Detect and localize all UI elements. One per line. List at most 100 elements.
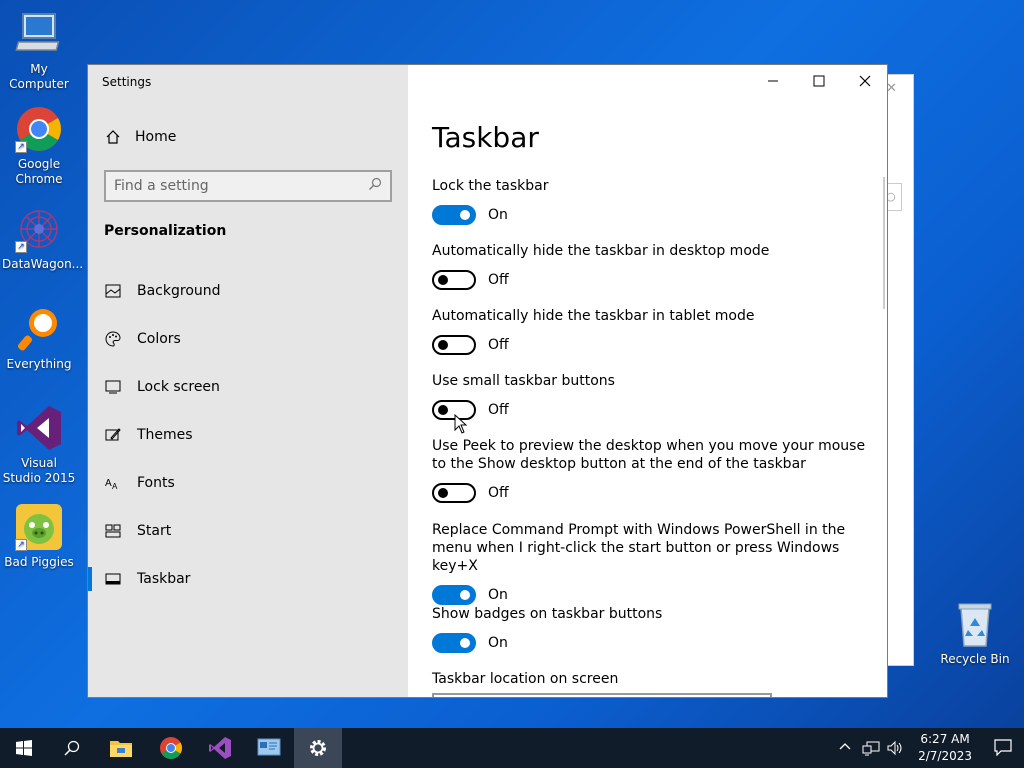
setting-use-peek: Use Peek to preview the desktop when you…: [432, 437, 872, 503]
toggle-switch[interactable]: [432, 335, 476, 355]
setting-location: Taskbar location on screen: [432, 670, 872, 688]
gear-icon: [310, 740, 326, 756]
sidebar-item-label: Taskbar: [137, 571, 191, 587]
setting-label: Use Peek to preview the desktop when you…: [432, 438, 866, 472]
chrome-icon: ↗: [15, 105, 63, 153]
windows-logo-icon: [16, 740, 32, 756]
notification-icon[interactable]: [994, 738, 1012, 760]
maximize-icon: [813, 75, 825, 87]
desktop-icon-recycle-bin[interactable]: Recycle Bin: [938, 600, 1012, 667]
desktop-icon-bad-piggies[interactable]: ↗ Bad Piggies: [2, 503, 76, 570]
sidebar-item-label: Start: [137, 523, 172, 539]
sidebar-item-lock-screen[interactable]: Lock screen: [88, 367, 408, 407]
setting-label: Automatically hide the taskbar in tablet…: [432, 308, 755, 324]
location-dropdown[interactable]: [432, 693, 772, 697]
search-placeholder: Find a setting: [114, 178, 209, 194]
desktop-icon-everything[interactable]: Everything: [2, 305, 76, 372]
main-content: Taskbar Lock the taskbar On Automaticall…: [408, 65, 887, 697]
taskbar-chrome[interactable]: [147, 728, 195, 768]
desktop-icon-label: Everything: [6, 357, 72, 371]
setting-autohide-desktop: Automatically hide the taskbar in deskto…: [432, 242, 872, 290]
section-title: Personalization: [104, 223, 227, 239]
taskbar-settings[interactable]: [294, 728, 342, 768]
sidebar-item-fonts[interactable]: AA Fonts: [88, 463, 408, 503]
toggle-switch[interactable]: [432, 483, 476, 503]
toggle-state: Off: [488, 402, 509, 418]
taskbar-file-explorer[interactable]: [97, 728, 145, 768]
scrollbar[interactable]: [883, 177, 885, 309]
toggle-switch[interactable]: [432, 205, 476, 225]
lock-screen-icon: [105, 379, 121, 395]
sidebar-item-taskbar[interactable]: Taskbar: [88, 559, 408, 599]
minimize-icon: [768, 80, 778, 82]
window-title: Settings: [102, 75, 152, 89]
toggle-state: On: [488, 635, 508, 651]
taskbar-icon: [105, 571, 121, 587]
setting-lock-taskbar: Lock the taskbar On: [432, 177, 872, 225]
setting-label: Use small taskbar buttons: [432, 373, 615, 389]
taskbar-visual-studio[interactable]: [196, 728, 244, 768]
sidebar-home[interactable]: Home: [105, 129, 176, 145]
desktop-icon-visual-studio[interactable]: Visual Studio 2015: [2, 404, 76, 486]
fonts-icon: AA: [105, 475, 121, 491]
desktop-icon-label: Google Chrome: [15, 157, 63, 186]
desktop-icon-label: My Computer: [9, 62, 69, 91]
taskbar-control-panel[interactable]: [245, 728, 293, 768]
toggle-state: Off: [488, 272, 509, 288]
search-button[interactable]: [48, 728, 96, 768]
clock-time: 6:27 AM: [920, 732, 970, 746]
minimize-button[interactable]: [750, 65, 796, 97]
toggle-switch[interactable]: [432, 633, 476, 653]
settings-window: Settings Home Find a setting Personaliza…: [87, 64, 888, 698]
search-input[interactable]: Find a setting: [104, 170, 392, 202]
toggle-state: Off: [488, 337, 509, 353]
toggle-switch[interactable]: [432, 270, 476, 290]
network-icon[interactable]: [862, 740, 880, 760]
clock-date: 2/7/2023: [918, 749, 972, 763]
toggle-switch[interactable]: [432, 585, 476, 605]
sidebar-item-label: Lock screen: [137, 379, 220, 395]
toggle-state: On: [488, 587, 508, 603]
palette-icon: [105, 331, 121, 347]
toggle-state: Off: [488, 485, 509, 501]
setting-label: Show badges on taskbar buttons: [432, 606, 663, 622]
svg-text:A: A: [105, 478, 112, 489]
page-title: Taskbar: [432, 121, 539, 154]
setting-label: Replace Command Prompt with Windows Powe…: [432, 522, 846, 574]
sidebar-item-colors[interactable]: Colors: [88, 319, 408, 359]
chrome-icon: [160, 737, 182, 759]
setting-small-buttons: Use small taskbar buttons Off: [432, 372, 872, 420]
sidebar-item-label: Fonts: [137, 475, 175, 491]
close-icon: [859, 75, 871, 87]
desktop-icon-datawagon[interactable]: ↗ DataWagon...: [2, 205, 83, 272]
shortcut-arrow-icon: ↗: [15, 241, 27, 253]
system-clock[interactable]: 6:27 AM 2/7/2023: [918, 731, 972, 765]
sidebar: Settings Home Find a setting Personaliza…: [88, 65, 408, 697]
search-icon: [64, 740, 80, 756]
datawagon-icon: ↗: [15, 205, 63, 253]
maximize-button[interactable]: [796, 65, 842, 97]
background-window[interactable]: ✕ ○: [884, 74, 914, 666]
shortcut-arrow-icon: ↗: [15, 539, 27, 551]
desktop-icon-label: DataWagon...: [2, 257, 84, 271]
sidebar-item-start[interactable]: Start: [88, 511, 408, 551]
desktop-icon-label: Bad Piggies: [4, 555, 74, 569]
chevron-up-icon[interactable]: [839, 740, 851, 755]
close-button[interactable]: [842, 65, 887, 97]
mouse-cursor-icon: [454, 414, 468, 434]
toggle-state: On: [488, 207, 508, 223]
setting-powershell: Replace Command Prompt with Windows Powe…: [432, 521, 872, 605]
sidebar-item-label: Themes: [137, 427, 193, 443]
recycle-bin-icon: [951, 600, 999, 648]
setting-label: Taskbar location on screen: [432, 671, 619, 687]
home-icon: [105, 129, 121, 145]
sidebar-item-background[interactable]: Background: [88, 271, 408, 311]
magnifier-icon: [15, 305, 63, 353]
sidebar-item-themes[interactable]: Themes: [88, 415, 408, 455]
volume-icon[interactable]: [886, 740, 904, 760]
desktop-icon-google-chrome[interactable]: ↗ Google Chrome: [2, 105, 76, 187]
desktop-icon-my-computer[interactable]: My Computer: [2, 10, 76, 92]
start-button[interactable]: [0, 728, 48, 768]
start-icon: [105, 523, 121, 539]
desktop-icon-label: Visual Studio 2015: [2, 456, 76, 485]
